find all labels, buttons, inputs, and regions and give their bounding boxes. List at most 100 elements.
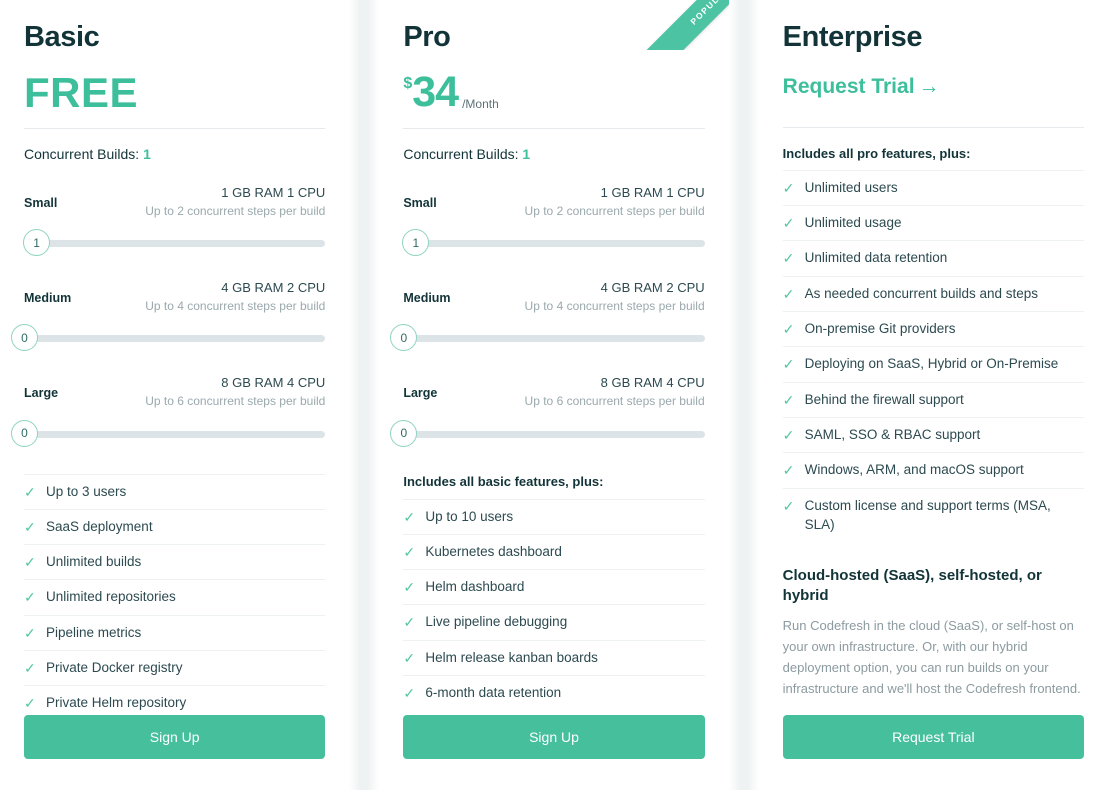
feature-item-label: Deploying on SaaS, Hybrid or On-Premise (804, 356, 1059, 372)
slider-control[interactable]: 1 (402, 229, 705, 257)
check-icon: ✓ (24, 660, 36, 677)
check-icon: ✓ (24, 589, 36, 606)
feature-item-label: Unlimited builds (46, 554, 142, 570)
arrow-right-icon: → (918, 74, 940, 98)
request-trial-link-label: Request Trial (782, 74, 915, 98)
check-icon: ✓ (24, 695, 36, 712)
check-icon: ✓ (782, 426, 795, 443)
slider-medium-basic: Medium 4 GB RAM 2 CPU Up to 4 concurrent… (11, 279, 326, 352)
plan-price-pro: $ 34 /Month (403, 66, 704, 114)
check-icon: ✓ (24, 624, 36, 641)
hosting-blurb: Cloud-hosted (SaaS), self-hosted, or hyb… (783, 566, 1084, 700)
price-currency: $ (403, 74, 413, 92)
feature-item: ✓ Unlimited users (782, 169, 1084, 205)
signup-button-pro[interactable]: Sign Up (403, 715, 705, 759)
feature-item: ✓ Helm dashboard (403, 569, 705, 604)
plan-title-pro: Pro (403, 21, 451, 53)
signup-button-basic[interactable]: Sign Up (24, 715, 326, 759)
request-trial-link[interactable]: Request Trial → (783, 66, 940, 103)
slider-spec-main: 1 GB RAM 1 CPU (600, 184, 705, 200)
feature-item-label: Up to 3 users (46, 483, 127, 499)
feature-list-pro: ✓ Up to 10 users ✓ Kubernetes dashboard ✓ Hel… (403, 498, 705, 711)
check-icon: ✓ (403, 685, 416, 702)
feature-item-label: On-premise Git providers (804, 321, 956, 337)
plan-card-pro: POPULAR Pro $ 34 /Month Concurrent Build… (379, 0, 729, 790)
check-icon: ✓ (403, 579, 416, 596)
check-icon: ✓ (782, 215, 795, 232)
slider-control[interactable]: 0 (390, 324, 705, 352)
feature-item: ✓ Windows, ARM, and macOS support (782, 452, 1084, 487)
feature-item-label: Unlimited repositories (46, 589, 176, 605)
check-icon: ✓ (782, 497, 795, 514)
slider-label: Medium (403, 291, 451, 306)
feature-item-label: SAML, SSO & RBAC support (804, 426, 981, 442)
plan-title-enterprise: Enterprise (782, 21, 923, 53)
feature-item: ✓ SaaS deployment (24, 508, 326, 544)
feature-list-enterprise: ✓ Unlimited users ✓ Unlimited usage ✓ Unlimit… (782, 169, 1084, 542)
slider-spec-sub: Up to 2 concurrent steps per build (145, 203, 326, 218)
slider-medium-pro: Medium 4 GB RAM 2 CPU Up to 4 concurrent… (390, 279, 705, 352)
slider-spec-main: 1 GB RAM 1 CPU (221, 184, 326, 200)
slider-spec-sub: Up to 2 concurrent steps per build (524, 203, 705, 218)
feature-item-label: Helm dashboard (425, 579, 525, 595)
feature-item: ✓ Deploying on SaaS, Hybrid or On-Premise (782, 346, 1084, 381)
feature-item-label: Pipeline metrics (46, 624, 142, 640)
feature-item: ✓ Live pipeline debugging (403, 604, 705, 639)
slider-track[interactable] (24, 240, 326, 248)
slider-handle[interactable]: 0 (11, 324, 38, 352)
slider-handle[interactable]: 1 (23, 229, 51, 257)
check-icon: ✓ (782, 250, 795, 267)
slider-track[interactable] (403, 335, 705, 343)
slider-track[interactable] (24, 335, 326, 343)
slider-control[interactable]: 0 (390, 419, 705, 448)
plan-card-enterprise: Enterprise Request Trial → Includes all p… (758, 0, 1108, 790)
slider-handle[interactable]: 0 (390, 419, 418, 447)
feature-item-label: Up to 10 users (425, 508, 514, 524)
concurrent-builds-basic: Concurrent Builds: 1 (24, 129, 325, 162)
check-icon: ✓ (24, 483, 36, 500)
slider-spec-main: 4 GB RAM 2 CPU (221, 280, 326, 296)
feature-item: ✓ Helm release kanban boards (403, 639, 705, 675)
slider-label: Large (403, 386, 438, 401)
feature-list-intro-enterprise: Includes all pro features, plus: (782, 145, 971, 161)
check-icon: ✓ (782, 391, 795, 408)
feature-item: ✓ Behind the firewall support (782, 381, 1084, 417)
check-icon: ✓ (782, 321, 795, 338)
slider-track[interactable] (403, 240, 705, 248)
slider-spec-sub: Up to 4 concurrent steps per build (145, 298, 326, 313)
price-amount: 34 (412, 67, 459, 116)
hosting-body: Run Codefresh in the cloud (SaaS), or se… (782, 618, 1081, 697)
feature-item: ✓ SAML, SSO & RBAC support (782, 416, 1084, 452)
column-gutter (728, 0, 759, 790)
concurrent-builds-value: 1 (143, 145, 151, 162)
concurrent-builds-pro: Concurrent Builds: 1 (403, 129, 704, 162)
slider-control[interactable]: 1 (23, 229, 326, 257)
concurrent-builds-label: Concurrent Builds: (24, 145, 140, 162)
check-icon: ✓ (782, 285, 795, 302)
feature-item-label: Live pipeline debugging (425, 614, 568, 630)
slider-track[interactable] (403, 430, 705, 438)
slider-track[interactable] (24, 430, 326, 438)
feature-item-label: Windows, ARM, and macOS support (804, 462, 1024, 478)
price-free-label: FREE (24, 68, 139, 116)
feature-item-label: Behind the firewall support (804, 391, 964, 407)
slider-handle[interactable]: 0 (390, 324, 418, 352)
feature-item-label: Custom license and support terms (MSA, S… (804, 497, 1051, 533)
feature-item: ✓ Custom license and support terms (MSA, … (782, 487, 1084, 542)
slider-label: Large (24, 386, 59, 401)
feature-item-label: Unlimited data retention (804, 250, 948, 266)
feature-item: ✓ Kubernetes dashboard (403, 533, 705, 569)
check-icon: ✓ (403, 508, 416, 525)
price-period: /Month (462, 96, 499, 111)
slider-control[interactable]: 0 (11, 419, 326, 448)
feature-list-intro-pro: Includes all basic features, plus: (403, 473, 604, 489)
slider-small-basic: Small 1 GB RAM 1 CPU Up to 2 concurrent … (23, 184, 326, 257)
check-icon: ✓ (403, 614, 416, 631)
request-trial-button[interactable]: Request Trial (782, 715, 1084, 759)
slider-control[interactable]: 0 (11, 324, 326, 352)
feature-item-label: Unlimited usage (804, 215, 902, 231)
slider-handle[interactable]: 0 (11, 419, 38, 447)
slider-spec-main: 8 GB RAM 4 CPU (221, 375, 326, 391)
slider-handle[interactable]: 1 (402, 229, 430, 257)
plan-card-basic: Basic FREE Concurrent Builds: 1 Small 1 … (0, 0, 350, 790)
